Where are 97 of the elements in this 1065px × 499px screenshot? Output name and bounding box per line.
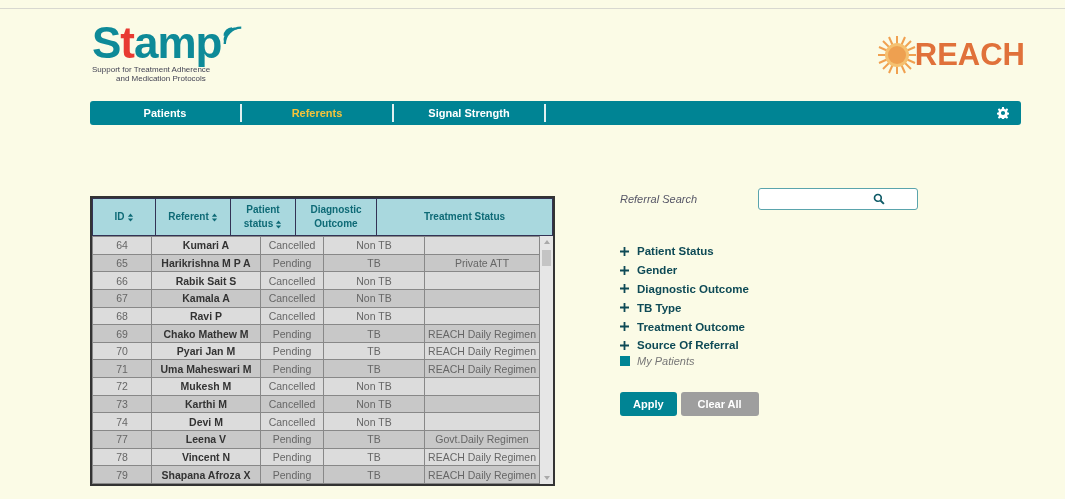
sort-icon[interactable] (275, 219, 283, 229)
status-cell: Pending (272, 433, 312, 446)
status-cell: Pending (272, 345, 312, 358)
outcome-cell: TB (367, 468, 381, 481)
outcome-cell: Non TB (356, 309, 392, 322)
status-cell: Cancelled (268, 239, 316, 252)
outcome-cell: Non TB (356, 292, 392, 305)
referent-cell: Karthi M (185, 398, 227, 411)
id-cell: 70 (116, 345, 128, 358)
reach-logo: REACH (876, 35, 1025, 75)
status-cell: Cancelled (268, 398, 316, 411)
status-cell: Cancelled (268, 415, 316, 428)
checkbox[interactable] (620, 355, 630, 366)
treatment-cell: REACH Daily Regimen (428, 451, 536, 463)
outcome-cell: TB (367, 362, 381, 375)
id-cell: 77 (116, 433, 128, 446)
id-cell: 71 (116, 362, 128, 375)
sort-icon[interactable] (126, 212, 134, 222)
nav-tab[interactable]: Signal Strength (394, 104, 546, 122)
plus-icon[interactable] (620, 265, 629, 275)
column-header[interactable]: Patient status (230, 198, 296, 236)
filter-toggle[interactable]: Gender (620, 260, 940, 280)
id-cell: 78 (116, 451, 128, 463)
referent-cell: Harikrishna M P A (161, 256, 251, 269)
id-cell: 72 (116, 380, 128, 393)
referent-cell: Kamala A (182, 292, 230, 305)
scrollbar[interactable] (540, 236, 553, 484)
id-cell: 67 (116, 292, 128, 305)
filter-toggle[interactable]: Patient Status (620, 242, 940, 261)
outcome-cell: TB (367, 256, 381, 269)
referent-cell: Shapana Afroza X (161, 468, 251, 481)
plus-icon[interactable] (620, 340, 629, 350)
id-cell: 66 (116, 274, 128, 287)
referent-cell: Ravi P (189, 309, 223, 322)
search-field[interactable] (758, 188, 918, 210)
plus-icon[interactable] (620, 322, 629, 332)
status-cell: Pending (272, 451, 312, 463)
referent-cell: Chako Mathew M (163, 327, 249, 340)
filter-toggle[interactable]: Diagnostic Outcome (620, 279, 940, 299)
referent-cell: Leena V (185, 433, 227, 446)
status-cell: Cancelled (268, 292, 316, 305)
referent-cell: Kumari A (182, 239, 230, 252)
treatment-cell: REACH Daily Regimen (428, 327, 536, 340)
outcome-cell: Non TB (356, 415, 392, 428)
plus-icon[interactable] (620, 284, 629, 294)
referent-cell: Devi M (189, 415, 223, 428)
outcome-cell: TB (367, 327, 381, 340)
status-cell: Cancelled (268, 309, 316, 322)
treatment-cell: REACH Daily Regimen (428, 468, 536, 481)
search-icon[interactable] (873, 193, 885, 205)
filter-toggle[interactable]: Treatment Outcome (620, 317, 940, 336)
outcome-cell: Non TB (356, 398, 392, 411)
outcome-cell: Non TB (356, 274, 392, 287)
treatment-cell: REACH Daily Regimen (428, 362, 536, 375)
nav-tab[interactable]: Patients (90, 104, 242, 122)
treatment-cell: Govt.Daily Regimen (435, 433, 529, 446)
referent-cell: Uma Maheswari M (160, 362, 252, 375)
plus-icon[interactable] (620, 303, 629, 313)
id-cell: 79 (116, 468, 128, 481)
column-header[interactable]: Treatment Status (376, 198, 553, 236)
apply-button[interactable]: Apply (620, 391, 677, 416)
referent-cell: Mukesh M (180, 380, 232, 393)
id-cell: 73 (116, 398, 128, 411)
scrollbar-thumb[interactable] (542, 250, 552, 266)
column-header[interactable]: ID (92, 198, 156, 236)
column-header[interactable]: Referent (155, 198, 231, 236)
outcome-cell: TB (367, 433, 381, 446)
outcome-cell: Non TB (356, 239, 392, 252)
referent-cell: Vincent N (181, 451, 231, 463)
checkbox-label: My Patients (637, 354, 695, 367)
outcome-cell: TB (367, 451, 381, 463)
status-cell: Cancelled (268, 274, 316, 287)
treatment-cell: REACH Daily Regimen (428, 345, 536, 358)
status-cell: Pending (272, 468, 312, 481)
stamp-logo: Stamp Support for Treatment Adherence and Medication Protocols (92, 21, 244, 83)
search-label: Referral Search (620, 193, 699, 205)
column-header[interactable]: Diagnostic Outcome (295, 198, 377, 236)
nav-tab[interactable]: Referents (242, 104, 394, 122)
status-cell: Pending (272, 327, 312, 340)
referent-cell: Rabik Sait S (175, 274, 237, 287)
outcome-cell: TB (367, 345, 381, 358)
settings-icon[interactable] (997, 107, 1009, 119)
status-cell: Cancelled (268, 380, 316, 393)
sort-icon[interactable] (210, 212, 218, 222)
treatment-cell: Private ATT (455, 256, 510, 269)
status-cell: Pending (272, 256, 312, 269)
filter-toggle[interactable]: TB Type (620, 298, 940, 318)
status-cell: Pending (272, 362, 312, 375)
filter-toggle[interactable]: Source Of Referral (620, 336, 940, 355)
id-cell: 65 (116, 256, 128, 269)
plus-icon[interactable] (620, 246, 629, 256)
id-cell: 74 (116, 415, 128, 428)
outcome-cell: Non TB (356, 380, 392, 393)
id-cell: 64 (116, 239, 128, 252)
id-cell: 69 (116, 327, 128, 340)
referent-cell: Pyari Jan M (176, 345, 236, 358)
id-cell: 68 (116, 309, 128, 322)
